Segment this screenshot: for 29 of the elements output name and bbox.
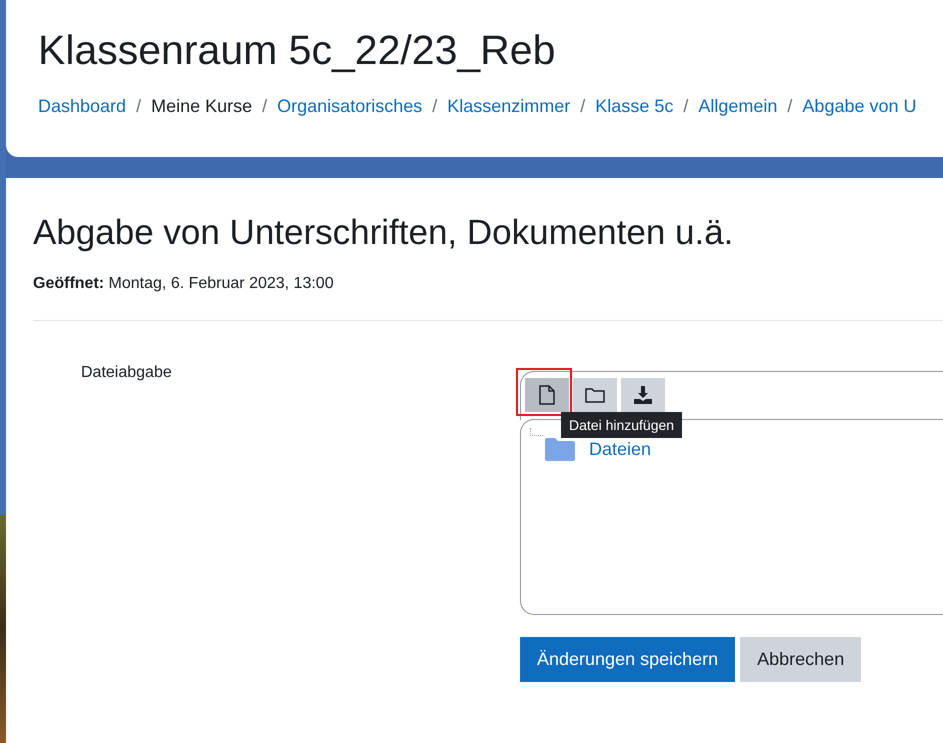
breadcrumb-separator: /: [683, 96, 688, 118]
breadcrumb-separator: /: [432, 96, 438, 118]
toolbar-button[interactable]: [525, 378, 569, 412]
opened-date: Geöffnet: Montag, 6. Februar 2023, 13:00: [33, 275, 335, 293]
breadcrumb-link[interactable]: Organisatorisches: [277, 96, 422, 118]
file-icon: [539, 385, 555, 405]
highlight-frame: [516, 368, 572, 416]
activity-title: Abgabe von Unterschriften, Dokumenten u.ä.: [33, 212, 734, 254]
breadcrumb-separator: /: [787, 96, 792, 118]
breadcrumb-separator: /: [262, 96, 268, 118]
breadcrumb-text: Meine Kurse: [151, 96, 252, 118]
breadcrumb-separator: /: [580, 96, 586, 118]
breadcrumb-link[interactable]: Allgemein: [698, 96, 778, 118]
tooltip: Datei hinzufügen: [561, 412, 682, 438]
breadcrumb-link[interactable]: Abgabe von U: [802, 96, 917, 118]
course-title: Klassenraum 5c_22/23_Reb: [38, 26, 556, 75]
folder-icon: [545, 437, 575, 461]
folder-link[interactable]: Dateien: [545, 437, 652, 461]
save-button[interactable]: Änderungen speichern: [520, 637, 736, 682]
download-icon: [634, 386, 652, 404]
toolbar-button[interactable]: [621, 378, 665, 412]
breadcrumb-link[interactable]: Klassenzimmer: [447, 96, 570, 118]
breadcrumb-separator: /: [136, 96, 142, 118]
breadcrumb-link[interactable]: Dashboard: [38, 96, 126, 118]
field-label: Dateiabgabe: [81, 364, 173, 383]
cancel-button[interactable]: Abbrechen: [740, 637, 862, 682]
toolbar-button[interactable]: [573, 378, 617, 412]
breadcrumb-link[interactable]: Klasse 5c: [595, 96, 674, 118]
folder-icon: [585, 387, 605, 403]
